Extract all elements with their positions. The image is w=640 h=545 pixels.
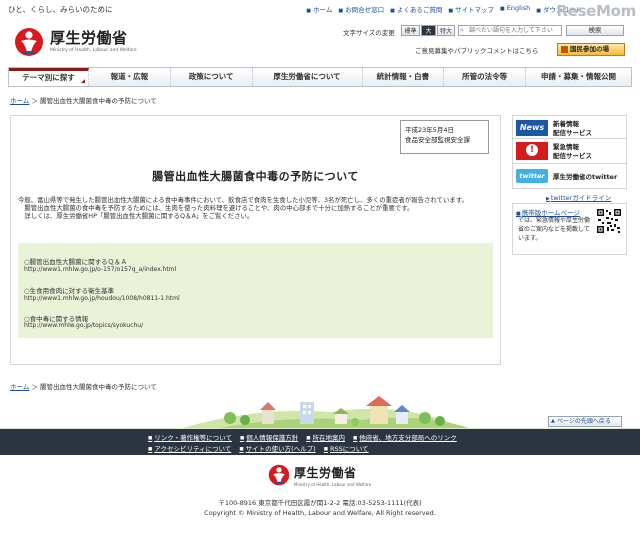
search-button[interactable]: 検索: [566, 25, 624, 36]
site-logo-subtitle: Ministry of Health, Labour and Welfare: [50, 48, 137, 53]
footer-link-accessibility[interactable]: アクセシビリティについて: [148, 443, 231, 453]
breadcrumb-home[interactable]: ホーム: [10, 97, 29, 105]
date-block: 平成23年5月4日 食品安全部監視安全課: [400, 120, 489, 154]
nav-tab-about[interactable]: 厚生労働省について: [253, 68, 363, 86]
footer-link-help[interactable]: サイトの使い方(ヘルプ): [239, 443, 316, 453]
watermark-logo: ReseMom: [556, 2, 636, 20]
qr-code-icon: [596, 208, 622, 234]
footer-links-row1: リンク・著作権等について 個人情報保護方針 所在地案内 他府省、地方支分部局への…: [148, 432, 618, 442]
search-icon: ⌕: [460, 26, 464, 34]
article-paragraph: 今般、富山県等で発生した腸管出血性大腸菌による食中毒事件において、飲食店で食肉を…: [18, 196, 468, 204]
mobile-site-description: では、緊急情報や厚生労働省のご案内などを掲載しています。: [518, 217, 591, 242]
nav-tab-applications[interactable]: 申請・募集・情報公開: [526, 68, 631, 86]
footer-logo-title: 厚生労働省: [294, 466, 357, 480]
top-link-contact[interactable]: お問合せ窓口: [338, 4, 384, 14]
twitter-icon: twitter: [516, 169, 548, 183]
twitter-banner[interactable]: twitter 厚生労働省のtwitter: [512, 163, 627, 189]
twitter-banner-text: 厚生労働省のtwitter: [553, 173, 618, 181]
public-participation-label: 国民参加の場: [570, 45, 609, 53]
back-to-top-button[interactable]: ページの先頭へ戻る: [548, 416, 622, 427]
nav-tab-statistics[interactable]: 統計情報・白書: [363, 68, 445, 86]
search-input[interactable]: [458, 25, 562, 36]
footer-link-other-ministries[interactable]: 他府省、地方支分部局へのリンク: [353, 432, 457, 442]
footer-address: 〒100-8916 東京都千代田区霞が関1-2-2 電話:03-5253-111…: [218, 499, 422, 507]
emergency-service-banner[interactable]: 緊急情報 配信サービス: [512, 138, 627, 164]
breadcrumb-current: 腸管出血性大腸菌食中毒の予防について: [39, 383, 157, 391]
link-title-hygiene-standard: ○生食用食肉に対する衛生基準: [24, 287, 115, 295]
font-size-standard-button[interactable]: 標準: [401, 25, 420, 36]
ministry-emblem-icon: [268, 464, 290, 486]
public-participation-button[interactable]: 国民参加の場: [557, 43, 625, 56]
top-links: ホーム お問合せ窓口 よくあるご質問 サイトマップ English ダウンロード: [306, 4, 582, 14]
ministry-emblem-icon[interactable]: [14, 26, 44, 58]
footer-logo-subtitle: Ministry of Health, Labour and Welfare: [294, 482, 372, 487]
link-title-qa: ○腸管出血性大腸菌に関するＱ＆Ａ: [24, 258, 128, 266]
nav-tab-laws[interactable]: 所管の法令等: [444, 68, 527, 86]
news-service-line1: 新着情報: [553, 120, 579, 128]
site-logo-title[interactable]: 厚生労働省: [50, 27, 128, 48]
footer-link-location[interactable]: 所在地案内: [306, 432, 345, 442]
breadcrumb-home[interactable]: ホーム: [10, 383, 29, 391]
footer-copyright: Copyright © Ministry of Health, Labour a…: [204, 509, 436, 517]
arrow-icon: [561, 46, 568, 53]
top-link-home[interactable]: ホーム: [306, 4, 332, 14]
nav-tab-press[interactable]: 報道・広報: [89, 68, 171, 86]
link-url-hygiene-standard[interactable]: http://www1.mhlw.go.jp/houdou/1008/h0811…: [24, 295, 180, 302]
town-illustration: [0, 396, 640, 432]
font-size-label: 文字サイズの変更: [343, 29, 395, 37]
footer-link-copyright[interactable]: リンク・著作権等について: [148, 432, 232, 442]
footer-links-row2: アクセシビリティについて サイトの使い方(ヘルプ) RSSについて: [148, 443, 618, 453]
page-title: 腸管出血性大腸菌食中毒の予防について: [152, 170, 359, 183]
footer-link-privacy[interactable]: 個人情報保護方針: [240, 432, 298, 442]
publishing-division: 食品安全部監視安全課: [405, 136, 470, 144]
public-comment-link[interactable]: ご意見募集やパブリックコメントはこちら: [415, 45, 539, 55]
news-service-text: 新着情報 配信サービス: [553, 120, 592, 137]
breadcrumb-bottom: ホーム ＞ 腸管出血性大腸菌食中毒の予防について: [10, 381, 157, 391]
emergency-service-line2: 配信サービス: [553, 151, 592, 160]
emergency-service-line1: 緊急情報: [553, 143, 579, 151]
font-size-xlarge-button[interactable]: 特大: [437, 25, 455, 36]
mobile-site-link[interactable]: 携帯版ホームページ: [516, 207, 580, 217]
nav-tab-theme[interactable]: テーマ別に探す: [9, 68, 89, 86]
twitter-guideline-link[interactable]: twitterガイドライン: [546, 192, 611, 202]
main-navigation: テーマ別に探す 報道・広報 政策について 厚生労働省について 統計情報・白書 所…: [8, 67, 632, 87]
breadcrumb-separator: ＞: [31, 97, 38, 105]
alert-icon: [516, 142, 548, 160]
top-link-faq[interactable]: よくあるご質問: [390, 4, 443, 14]
tagline: ひと、くらし、みらいのために: [8, 5, 113, 14]
breadcrumb-separator: ＞: [31, 383, 38, 391]
breadcrumb-current: 腸管出血性大腸菌食中毒の予防について: [39, 97, 157, 105]
link-url-food-poisoning[interactable]: http://www.mhlw.go.jp/topics/syokuchu/: [24, 322, 143, 329]
article-paragraph: 詳しくは、厚生労働省HP「腸管出血性大腸菌に関するQ＆A」をご覧ください。: [18, 212, 254, 221]
link-url-qa[interactable]: http://www1.mhlw.go.jp/o-157/o157q_a/ind…: [24, 266, 176, 273]
article-body: 今般、富山県等で発生した腸管出血性大腸菌による食中毒事件において、飲食店で食肉を…: [18, 196, 498, 221]
font-size-large-button[interactable]: 大: [421, 25, 436, 36]
top-link-english[interactable]: English: [500, 4, 530, 14]
news-icon: News: [516, 120, 548, 136]
breadcrumb: ホーム ＞ 腸管出血性大腸菌食中毒の予防について: [10, 95, 157, 105]
footer-link-rss[interactable]: RSSについて: [324, 443, 369, 453]
news-service-line2: 配信サービス: [553, 128, 592, 137]
nav-tab-policy[interactable]: 政策について: [171, 68, 253, 86]
emergency-service-text: 緊急情報 配信サービス: [553, 143, 592, 160]
publish-date: 平成23年5月4日: [405, 126, 455, 134]
top-link-sitemap[interactable]: サイトマップ: [448, 4, 494, 14]
